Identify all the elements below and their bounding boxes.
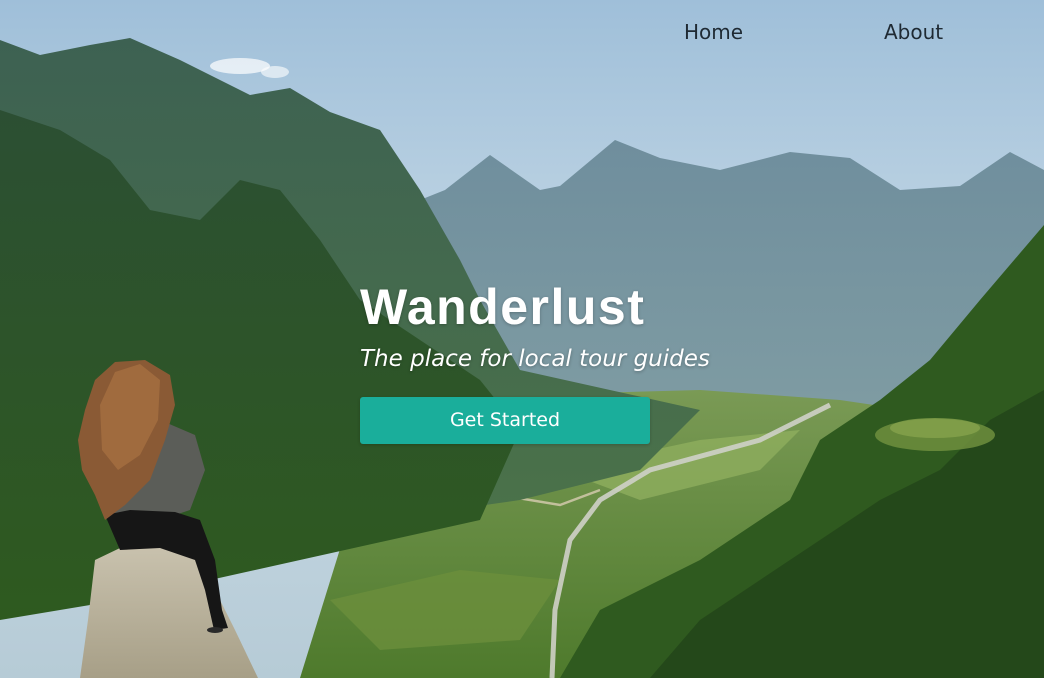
top-navigation: Home About	[0, 18, 1044, 48]
nav-home-link[interactable]: Home	[684, 18, 743, 46]
nav-about-link[interactable]: About	[884, 18, 943, 46]
hero-tagline: The place for local tour guides	[360, 346, 710, 372]
get-started-button[interactable]: Get Started	[360, 397, 650, 444]
hero-section: Home About Wanderlust The place for loca…	[0, 0, 1044, 678]
hero-content: Wanderlust The place for local tour guid…	[360, 276, 780, 444]
hero-title: Wanderlust	[360, 279, 646, 335]
